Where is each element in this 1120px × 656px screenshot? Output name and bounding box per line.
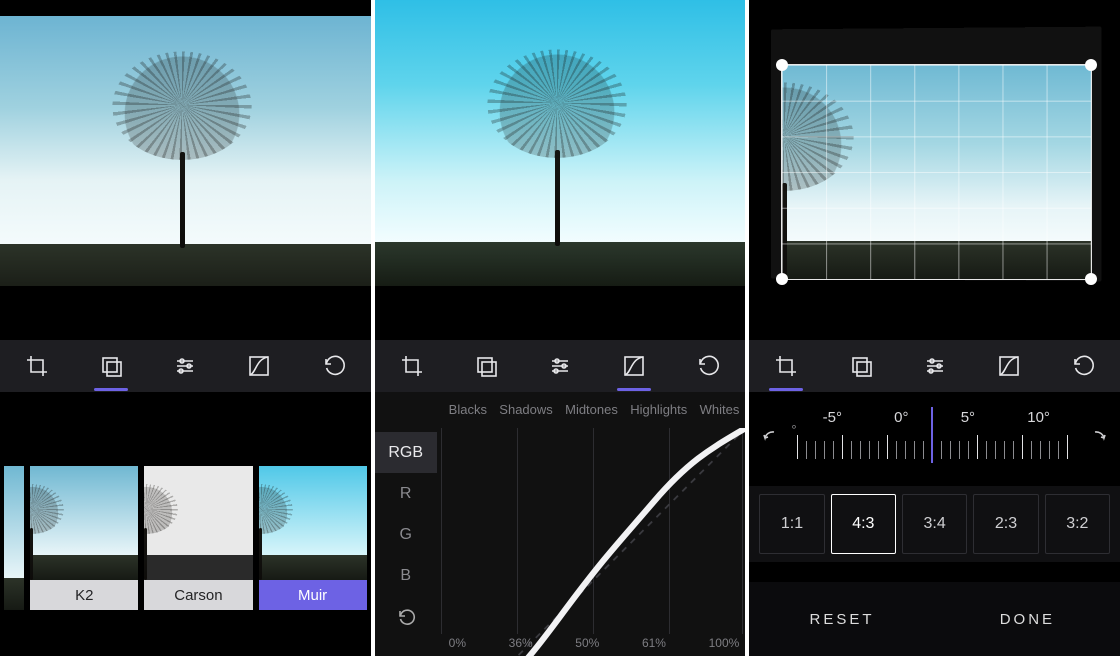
image-preview — [0, 16, 371, 286]
filter-label: K2 — [30, 580, 138, 610]
ratio-option[interactable]: 4:3 — [831, 494, 896, 554]
done-button[interactable]: DONE — [935, 582, 1120, 656]
filter-thumb-carson[interactable]: Carson — [144, 466, 252, 610]
screen-curves: RGB R G B Blacks Shadows Midtones Highli… — [371, 0, 746, 656]
curve-reset-button[interactable] — [375, 597, 437, 638]
screen-crop: ° -5° 0° 5° 10° 1:1 4:3 3:4 2:3 3:2 RESE… — [745, 0, 1120, 656]
history-tab[interactable] — [685, 342, 731, 390]
crop-handle[interactable] — [776, 273, 788, 285]
ratio-option[interactable]: 1:1 — [759, 494, 824, 554]
zone-label: Whites — [700, 402, 740, 426]
filters-tab[interactable] — [463, 342, 509, 390]
crop-tab[interactable] — [14, 342, 60, 390]
angle-label: -5° — [823, 409, 842, 426]
filters-tab[interactable] — [838, 342, 884, 390]
undo-arrow-icon[interactable] — [749, 427, 793, 449]
angle-label: 0° — [894, 409, 908, 426]
crop-tab[interactable] — [763, 342, 809, 390]
pct-label: 36% — [509, 636, 533, 654]
filter-label: Carson — [144, 580, 252, 610]
crop-footer: RESET DONE — [749, 582, 1120, 656]
curves-tab[interactable] — [611, 342, 657, 390]
crop-handle[interactable] — [1085, 273, 1097, 285]
curves-tab[interactable] — [986, 342, 1032, 390]
pct-label: 61% — [642, 636, 666, 654]
tool-tabs — [375, 340, 746, 392]
reset-button[interactable]: RESET — [749, 582, 934, 656]
aspect-ratio-picker: 1:1 4:3 3:4 2:3 3:2 — [749, 486, 1120, 562]
angle-label: 10° — [1027, 409, 1050, 426]
filter-thumb-k2[interactable]: K2 — [30, 466, 138, 610]
pct-label: 100% — [709, 636, 740, 654]
pct-label: 0% — [449, 636, 466, 654]
ratio-option[interactable]: 3:4 — [902, 494, 967, 554]
filter-thumb-muir[interactable]: Muir — [259, 466, 367, 610]
image-preview — [375, 0, 746, 286]
filter-label: Muir — [259, 580, 367, 610]
filter-strip[interactable]: K2 Carson Muir — [0, 420, 371, 656]
curves-tab[interactable] — [236, 342, 282, 390]
filter-thumb[interactable] — [4, 466, 24, 610]
tool-tabs — [749, 340, 1120, 392]
curve-graph[interactable] — [441, 428, 746, 634]
channel-r[interactable]: R — [375, 473, 437, 514]
percent-labels: 0% 36% 50% 61% 100% — [449, 636, 740, 654]
ratio-option[interactable]: 3:2 — [1045, 494, 1110, 554]
history-tab[interactable] — [1060, 342, 1106, 390]
zone-label: Highlights — [630, 402, 687, 426]
crop-grid — [782, 65, 1091, 279]
zone-label: Shadows — [499, 402, 552, 426]
angle-ruler[interactable]: -5° 0° 5° 10° — [797, 409, 1076, 467]
pct-label: 50% — [575, 636, 599, 654]
adjust-tab[interactable] — [537, 342, 583, 390]
channel-rgb[interactable]: RGB — [375, 432, 437, 473]
crop-stage — [749, 16, 1120, 316]
adjust-tab[interactable] — [162, 342, 208, 390]
channel-g[interactable]: G — [375, 514, 437, 555]
tone-zones: Blacks Shadows Midtones Highlights White… — [449, 402, 740, 426]
channel-b[interactable]: B — [375, 556, 437, 597]
zone-label: Midtones — [565, 402, 618, 426]
history-tab[interactable] — [311, 342, 357, 390]
ratio-option[interactable]: 2:3 — [973, 494, 1038, 554]
adjust-tab[interactable] — [912, 342, 958, 390]
crop-box[interactable] — [781, 64, 1092, 280]
filters-tab[interactable] — [88, 342, 134, 390]
angle-needle[interactable] — [931, 407, 933, 463]
crop-tab[interactable] — [389, 342, 435, 390]
screen-filters: K2 Carson Muir — [0, 0, 371, 656]
redo-arrow-icon[interactable] — [1076, 427, 1120, 449]
angle-label: 5° — [961, 409, 975, 426]
straighten-slider[interactable]: ° -5° 0° 5° 10° — [749, 402, 1120, 474]
zone-label: Blacks — [449, 402, 487, 426]
channel-picker: RGB R G B — [375, 432, 437, 638]
curves-panel: RGB R G B Blacks Shadows Midtones Highli… — [375, 392, 746, 656]
tool-tabs — [0, 340, 371, 392]
